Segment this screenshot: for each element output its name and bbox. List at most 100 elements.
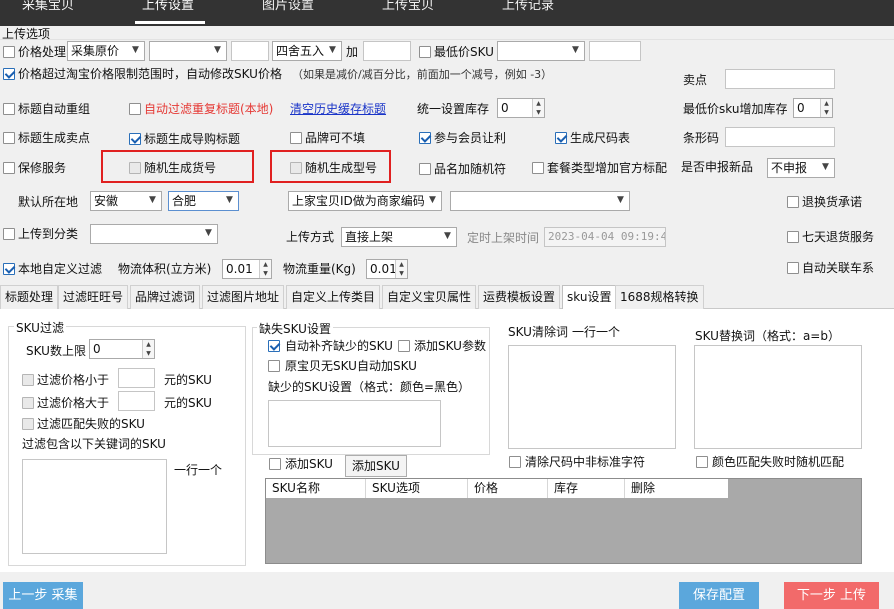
brand-optional-label: 品牌可不填: [305, 131, 366, 145]
upload-method-select[interactable]: 直接上架 ▼: [341, 227, 457, 247]
random-name-checkbox[interactable]: [419, 163, 431, 175]
min-sku-price-label: 最低价SKU: [434, 45, 494, 59]
stepper-arrows-icon[interactable]: ▲ ▼: [532, 99, 544, 117]
auto-modify-sku-price-label: 价格超过淘宝价格限制范围时，自动修改SKU价格: [18, 67, 282, 81]
col-sku-option: SKU选项: [366, 479, 468, 498]
next-step-button[interactable]: 下一步 上传: [784, 582, 879, 609]
add-sku-checkbox[interactable]: [269, 458, 281, 470]
title-gen-shopping-checkbox[interactable]: [129, 133, 141, 145]
return-promise-label: 退换货承诺: [802, 195, 863, 209]
nav-item-upload-settings[interactable]: 上传设置: [142, 0, 194, 13]
member-discount-checkbox[interactable]: [419, 132, 431, 144]
sku-clear-textarea[interactable]: [508, 345, 676, 449]
random-item-no-checkbox[interactable]: [129, 162, 141, 174]
brand-optional-checkbox[interactable]: [290, 132, 302, 144]
auto-modify-sku-price-checkbox[interactable]: [3, 68, 15, 80]
tab-sku-settings[interactable]: sku设置: [562, 285, 617, 310]
barcode-input[interactable]: [725, 127, 835, 147]
add-value-input[interactable]: [363, 41, 411, 61]
price-process-checkbox[interactable]: [3, 46, 15, 58]
stepper-arrows-icon[interactable]: ▲ ▼: [395, 260, 407, 278]
unified-stock-stepper[interactable]: 0 ▲ ▼: [497, 98, 545, 118]
min-sku-value-input[interactable]: [589, 41, 641, 61]
merchant-code-extra-select[interactable]: ▼: [450, 191, 630, 211]
tab-brand-filter[interactable]: 品牌过滤词: [130, 285, 201, 309]
return-promise-checkbox[interactable]: [787, 196, 799, 208]
category-select[interactable]: ▼: [90, 224, 218, 244]
new-product-select[interactable]: 不申报 ▼: [767, 158, 835, 178]
city-select[interactable]: 合肥 ▼: [168, 191, 239, 211]
warranty-checkbox[interactable]: [3, 162, 15, 174]
province-select[interactable]: 安徽 ▼: [90, 191, 162, 211]
price-less-label: 过滤价格小于: [37, 373, 110, 387]
nav-item-upload-log[interactable]: 上传记录: [502, 0, 554, 13]
package-official-checkbox[interactable]: [532, 162, 544, 174]
stepper-arrows-icon[interactable]: ▲ ▼: [259, 260, 271, 278]
tab-title-process[interactable]: 标题处理: [0, 285, 59, 309]
weight-label: 物流重量(Kg): [283, 262, 356, 276]
min-sku-price-checkbox[interactable]: [419, 46, 431, 58]
tab-custom-attributes[interactable]: 自定义宝贝属性: [382, 285, 477, 309]
sku-replace-textarea[interactable]: [694, 345, 862, 449]
tab-1688-spec[interactable]: 1688规格转换: [615, 285, 704, 309]
clear-cache-link[interactable]: 清空历史缓存标题: [290, 102, 386, 116]
price-op-select[interactable]: ▼: [149, 41, 227, 61]
clear-nonstandard-checkbox[interactable]: [509, 456, 521, 468]
random-model-no-checkbox[interactable]: [290, 162, 302, 174]
nav-item-image-settings[interactable]: 图片设置: [262, 0, 314, 13]
tab-freight-template[interactable]: 运费模板设置: [478, 285, 561, 309]
upload-category-checkbox[interactable]: [3, 228, 15, 240]
local-filter-checkbox[interactable]: [3, 263, 15, 275]
merchant-code-select[interactable]: 上家宝贝ID做为商家编码 ▼: [288, 191, 442, 211]
add-sku-params-checkbox[interactable]: [398, 340, 410, 352]
prev-step-button[interactable]: 上一步 采集: [3, 582, 83, 609]
missing-sku-textarea[interactable]: [268, 400, 441, 447]
auto-add-sku-label: 原宝贝无SKU自动加SKU: [285, 359, 417, 373]
rounding-value: 四舍五入: [276, 44, 325, 58]
sell-point-input[interactable]: [725, 69, 835, 89]
auto-link-car-checkbox[interactable]: [787, 262, 799, 274]
color-random-checkbox[interactable]: [696, 456, 708, 468]
volume-stepper[interactable]: 0.01 ▲ ▼: [222, 259, 272, 279]
new-product-value: 不申报: [771, 161, 808, 175]
sku-replace-label: SKU替换词（格式：a=b）: [695, 329, 840, 343]
tab-filter-wangwang[interactable]: 过滤旺旺号: [58, 285, 129, 309]
stepper-arrows-icon[interactable]: ▲ ▼: [820, 99, 832, 117]
size-table-checkbox[interactable]: [555, 132, 567, 144]
tab-custom-category[interactable]: 自定义上传类目: [286, 285, 381, 309]
price-less-input[interactable]: [118, 368, 155, 388]
auto-fill-sku-checkbox[interactable]: [268, 340, 280, 352]
scheduled-time-input[interactable]: 2023-04-04 09:19:40: [544, 227, 666, 247]
weight-stepper[interactable]: 0.01 ▲ ▼: [366, 259, 408, 279]
price-less-checkbox[interactable]: [22, 374, 34, 386]
price-source-select[interactable]: 采集原价 ▼: [67, 41, 145, 61]
price-greater-checkbox[interactable]: [22, 397, 34, 409]
min-sku-select[interactable]: ▼: [497, 41, 585, 61]
auto-filter-dup-title-checkbox[interactable]: [129, 103, 141, 115]
stepper-arrows-icon[interactable]: ▲ ▼: [142, 340, 154, 358]
nav-item-collect[interactable]: 采集宝贝: [22, 0, 74, 13]
warranty-label: 保修服务: [18, 161, 67, 175]
volume-value: 0.01: [226, 262, 253, 276]
title-gen-sellpoint-checkbox[interactable]: [3, 132, 15, 144]
chevron-down-icon: ▼: [572, 45, 579, 55]
price-greater-input[interactable]: [118, 391, 155, 411]
chevron-down-icon: ▼: [617, 195, 624, 205]
auto-add-sku-checkbox[interactable]: [268, 360, 280, 372]
col-stock: 库存: [548, 479, 625, 498]
scheduled-time-label: 定时上架时间: [467, 231, 540, 245]
title-auto-regroup-checkbox[interactable]: [3, 103, 15, 115]
keyword-filter-textarea[interactable]: [22, 459, 167, 554]
save-config-button[interactable]: 保存配置: [679, 582, 759, 609]
rounding-select[interactable]: 四舍五入 ▼: [272, 41, 342, 61]
tab-filter-image-url[interactable]: 过滤图片地址: [202, 285, 285, 309]
match-fail-checkbox[interactable]: [22, 418, 34, 430]
price-factor-input[interactable]: [231, 41, 269, 61]
sku-max-stepper[interactable]: 0 ▲ ▼: [89, 339, 155, 359]
add-sku-button[interactable]: 添加SKU: [345, 455, 407, 477]
seven-days-return-checkbox[interactable]: [787, 231, 799, 243]
settings-tabs: 标题处理 过滤旺旺号 品牌过滤词 过滤图片地址 自定义上传类目 自定义宝贝属性 …: [0, 285, 894, 310]
upload-method-value: 直接上架: [345, 230, 394, 244]
min-sku-stock-stepper[interactable]: 0 ▲ ▼: [793, 98, 833, 118]
nav-item-upload-items[interactable]: 上传宝贝: [382, 0, 434, 13]
